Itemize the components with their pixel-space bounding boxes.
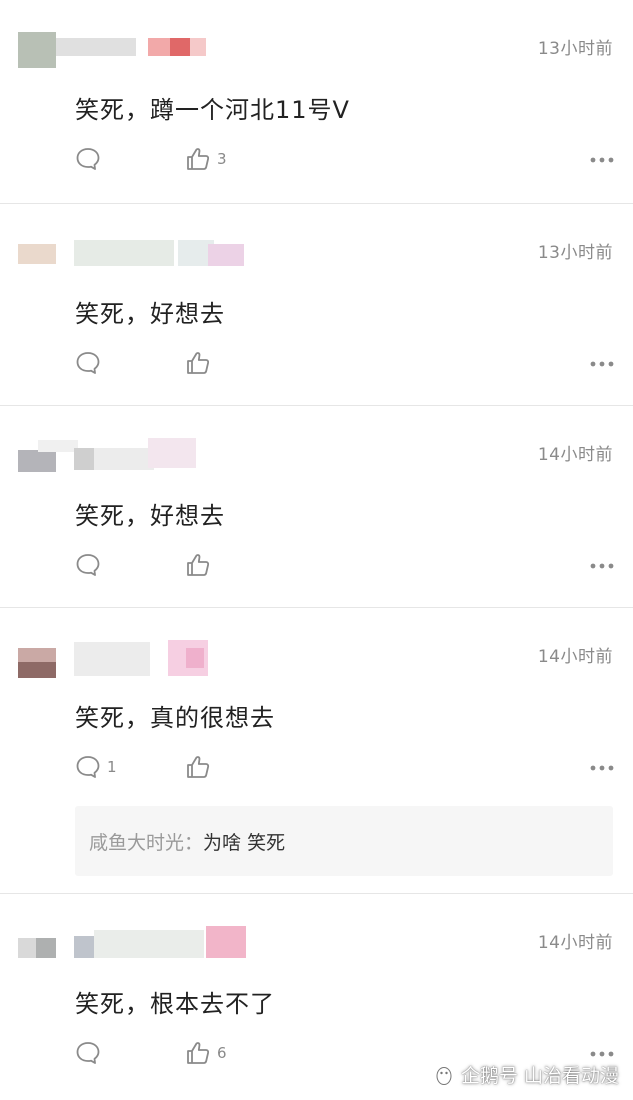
comment-time: 14小时前 [537,445,613,465]
like-button[interactable] [185,350,217,376]
comment-text: 笑死，蹲一个河北11号V [75,96,350,124]
like-button[interactable]: 6 [185,1040,227,1066]
sub-reply[interactable]: 咸鱼大时光：为啥 笑死 [75,806,613,876]
blurred-username[interactable] [18,28,248,68]
reply-button[interactable] [75,146,107,172]
thumbs-up-icon [187,1042,210,1064]
like-count: 6 [217,1044,227,1062]
comment-actions: 1 [75,754,615,788]
comment-time: 13小时前 [537,39,613,59]
blurred-username[interactable] [18,922,248,962]
penguin-icon [436,1066,452,1085]
comment-time: 14小时前 [537,933,613,953]
reply-button[interactable] [75,1040,107,1066]
comment-icon [76,756,100,778]
more-icon[interactable] [589,562,615,570]
thumbs-up-icon [187,352,210,374]
comment-item: 13小时前 笑死，好想去 [0,204,633,406]
like-button[interactable] [185,552,217,578]
comment-text: 笑死，真的很想去 [75,704,275,732]
comment-icon [76,352,100,374]
blurred-username[interactable] [18,434,248,474]
sub-reply-username[interactable]: 咸鱼大时光 [89,828,184,855]
comment-text: 笑死，好想去 [75,502,225,530]
comment-time: 13小时前 [537,243,613,263]
thumbs-up-icon [187,554,210,576]
like-button[interactable]: 3 [185,146,227,172]
comment-item: 14小时前 笑死，好想去 [0,406,633,608]
watermark-text: 企鹅号 山治看动漫 [460,1065,619,1087]
watermark: 企鹅号 山治看动漫 [433,1061,619,1088]
reply-button[interactable] [75,350,107,376]
reply-button[interactable]: 1 [75,754,117,780]
more-icon[interactable] [589,1050,615,1058]
comment-icon [76,554,100,576]
comment-item: 14小时前 笑死，真的很想去 1 咸鱼大时光：为啥 笑死 [0,608,633,894]
sub-reply-colon: ： [184,831,204,854]
like-count: 3 [217,150,227,168]
comment-icon [76,1042,100,1064]
comment-actions [75,350,615,384]
comment-actions [75,552,615,586]
thumbs-up-icon [187,148,210,170]
comment-icon [76,148,100,170]
reply-button[interactable] [75,552,107,578]
like-button[interactable] [185,754,217,780]
sub-reply-text: 为啥 笑死 [203,831,286,854]
more-icon[interactable] [589,156,615,164]
comment-text: 笑死，好想去 [75,300,225,328]
more-icon[interactable] [589,764,615,772]
comment-time: 14小时前 [537,647,613,667]
blurred-username[interactable] [18,636,248,678]
blurred-username[interactable] [18,232,248,272]
comment-item: 13小时前 笑死，蹲一个河北11号V 3 [0,0,633,204]
comment-text: 笑死，根本去不了 [75,990,275,1018]
reply-count: 1 [107,758,117,776]
more-icon[interactable] [589,360,615,368]
thumbs-up-icon [187,756,210,778]
comment-actions: 3 [75,146,615,180]
